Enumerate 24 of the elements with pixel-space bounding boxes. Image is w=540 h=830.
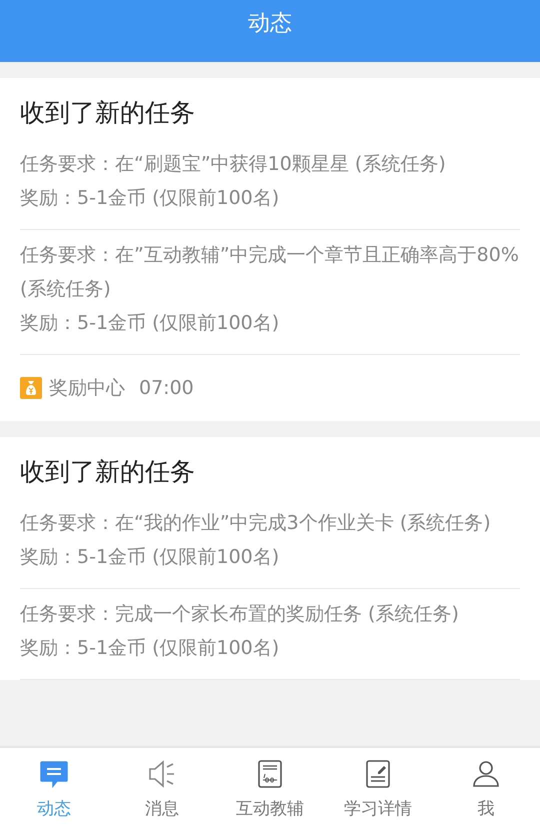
task-requirement: 任务要求：在“刷题宝”中获得10颗星星 (系统任务) bbox=[20, 152, 447, 177]
task-reward: 奖励：5-1金币 (仅限前100名) bbox=[20, 545, 280, 570]
tab[interactable]: 学习详情 bbox=[324, 748, 432, 830]
tab[interactable]: 我 bbox=[432, 748, 540, 830]
money-bag-icon bbox=[20, 377, 42, 399]
task-reward: 奖励：5-1金币 (仅限前100名) bbox=[20, 636, 280, 661]
task-requirement: 任务要求：在”互动教辅”中完成一个章节且正确率高于80% (系统任务) bbox=[20, 243, 520, 302]
time-text: 07:00 bbox=[139, 377, 194, 399]
card-title: 收到了新的任务 bbox=[20, 456, 196, 488]
tab[interactable]: 互动教辅 bbox=[216, 748, 324, 830]
task-reward: 奖励：5-1金币 (仅限前100名) bbox=[20, 311, 280, 336]
reward-center-link[interactable]: 奖励中心 bbox=[49, 375, 125, 401]
tab[interactable]: 消息 bbox=[108, 748, 216, 830]
edit-document-icon bbox=[363, 758, 393, 788]
task-requirement: 任务要求：在“我的作业”中完成3个作业关卡 (系统任务) bbox=[20, 511, 492, 536]
chat-icon bbox=[39, 758, 69, 788]
task-reward: 奖励：5-1金币 (仅限前100名) bbox=[20, 186, 280, 211]
task-requirement: 任务要求：完成一个家长布置的奖励任务 (系统任务) bbox=[20, 602, 460, 627]
page-title: 动态 bbox=[248, 10, 292, 38]
score-sheet-icon bbox=[255, 758, 285, 788]
card-title: 收到了新的任务 bbox=[20, 97, 196, 129]
speaker-icon bbox=[147, 758, 177, 788]
person-icon bbox=[471, 758, 501, 788]
tab[interactable]: 动态 bbox=[0, 748, 108, 830]
